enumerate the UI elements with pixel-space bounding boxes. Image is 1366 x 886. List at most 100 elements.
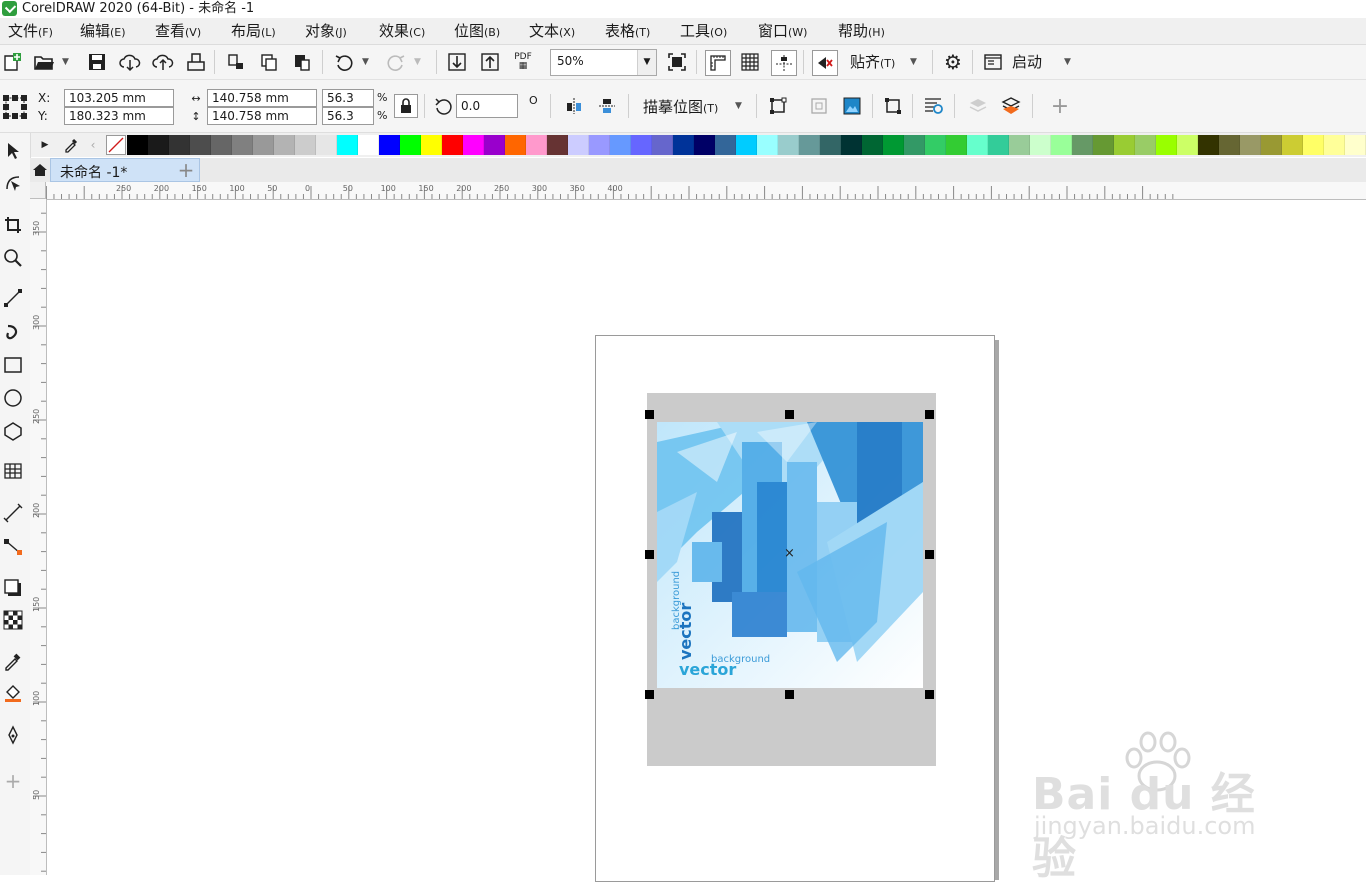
show-rulers-icon[interactable]: [705, 50, 731, 76]
color-swatch[interactable]: [463, 135, 484, 155]
color-eyedropper-tool-icon[interactable]: [2, 649, 24, 673]
snap-to-button[interactable]: 贴齐(T): [850, 51, 895, 72]
color-swatch[interactable]: [1093, 135, 1114, 155]
width-field[interactable]: 140.758 mm: [207, 89, 317, 107]
open-folder-icon[interactable]: [32, 50, 56, 74]
color-swatch[interactable]: [988, 135, 1009, 155]
color-swatch[interactable]: [1135, 135, 1156, 155]
menu-tools[interactable]: 工具(O): [680, 21, 727, 43]
selection-handle[interactable]: [925, 690, 934, 699]
color-swatch[interactable]: [400, 135, 421, 155]
publish-pdf-icon[interactable]: PDF ▦: [511, 50, 535, 74]
smart-fill-tool-icon[interactable]: [2, 723, 24, 747]
object-origin-icon[interactable]: [0, 92, 30, 122]
chevron-down-icon[interactable]: ▼: [362, 57, 369, 67]
crop-bitmap-icon[interactable]: [766, 94, 790, 118]
selection-handle[interactable]: [785, 690, 794, 699]
menu-text[interactable]: 文本(X): [529, 21, 575, 43]
crop-tool-icon[interactable]: [2, 213, 24, 237]
color-swatch[interactable]: [547, 135, 568, 155]
color-swatch[interactable]: [127, 135, 148, 155]
table-tool-icon[interactable]: [2, 459, 24, 483]
shape-tool-icon[interactable]: [2, 171, 24, 195]
selection-handle[interactable]: [645, 550, 654, 559]
color-swatch[interactable]: [1198, 135, 1219, 155]
selection-handle[interactable]: [925, 550, 934, 559]
color-swatch[interactable]: [1051, 135, 1072, 155]
drop-shadow-tool-icon[interactable]: [2, 576, 24, 600]
color-swatch[interactable]: [715, 135, 736, 155]
color-swatch[interactable]: [610, 135, 631, 155]
chevron-down-icon[interactable]: ▼: [62, 57, 69, 67]
color-swatch[interactable]: [211, 135, 232, 155]
color-swatch[interactable]: [1240, 135, 1261, 155]
color-swatch[interactable]: [358, 135, 379, 155]
bitmap-effects-icon[interactable]: [840, 94, 864, 118]
drawing-canvas[interactable]: background vector background vector × Ba…: [47, 200, 1366, 884]
chevron-left-icon[interactable]: ‹: [86, 133, 100, 157]
mirror-horizontal-icon[interactable]: [562, 94, 586, 118]
new-document-icon[interactable]: [0, 50, 24, 74]
dimension-tool-icon[interactable]: [2, 501, 24, 525]
zoom-tool-icon[interactable]: [2, 246, 24, 270]
color-swatch[interactable]: [379, 135, 400, 155]
color-swatch[interactable]: [925, 135, 946, 155]
color-swatch[interactable]: [736, 135, 757, 155]
color-swatch[interactable]: [421, 135, 442, 155]
pick-tool-icon[interactable]: [2, 139, 24, 163]
ruler-origin[interactable]: [30, 182, 46, 199]
selection-handle[interactable]: [785, 410, 794, 419]
menu-bitmaps[interactable]: 位图(B): [454, 21, 500, 43]
resample-icon[interactable]: [807, 94, 831, 118]
menu-file[interactable]: 文件(F): [8, 21, 53, 43]
color-swatch[interactable]: [589, 135, 610, 155]
launch-button[interactable]: 启动: [1012, 51, 1042, 72]
save-icon[interactable]: [85, 50, 109, 74]
color-swatch[interactable]: [1219, 135, 1240, 155]
menu-window[interactable]: 窗口(W): [758, 21, 807, 43]
color-swatch[interactable]: [148, 135, 169, 155]
color-swatch[interactable]: [904, 135, 925, 155]
interactive-fill-tool-icon[interactable]: [2, 681, 24, 705]
horizontal-ruler[interactable]: 250 200 150 100 50 0 50 100 150 200 250 300 350 400: [30, 182, 1366, 200]
color-swatch[interactable]: [505, 135, 526, 155]
color-swatch[interactable]: [253, 135, 274, 155]
height-field[interactable]: 140.758 mm: [207, 107, 317, 125]
scale-x-field[interactable]: 56.3: [322, 89, 374, 107]
color-swatch[interactable]: [526, 135, 547, 155]
color-swatch[interactable]: [820, 135, 841, 155]
chevron-down-icon[interactable]: ▼: [414, 57, 421, 67]
polygon-tool-icon[interactable]: [2, 419, 24, 443]
color-swatch[interactable]: [442, 135, 463, 155]
scale-y-field[interactable]: 56.3: [322, 107, 374, 125]
y-position-field[interactable]: 180.323 mm: [64, 107, 174, 125]
selection-handle[interactable]: [925, 410, 934, 419]
mirror-vertical-icon[interactable]: [595, 94, 619, 118]
color-swatch[interactable]: [1345, 135, 1366, 155]
cloud-download-icon[interactable]: [118, 50, 142, 74]
color-swatch[interactable]: [1324, 135, 1345, 155]
color-swatch[interactable]: [316, 135, 337, 155]
ellipse-tool-icon[interactable]: [2, 386, 24, 410]
color-swatch[interactable]: [862, 135, 883, 155]
menu-object[interactable]: 对象(J): [305, 21, 347, 43]
x-position-field[interactable]: 103.205 mm: [64, 89, 174, 107]
chevron-down-icon[interactable]: ▼: [735, 101, 742, 111]
color-swatch[interactable]: [1261, 135, 1282, 155]
transparency-tool-icon[interactable]: [2, 608, 24, 632]
paste-icon[interactable]: [290, 50, 314, 74]
launch-window-icon[interactable]: [981, 50, 1005, 74]
color-swatch[interactable]: [274, 135, 295, 155]
rotation-angle-field[interactable]: 0.0: [456, 94, 518, 118]
add-tab-icon[interactable]: +: [174, 158, 198, 182]
color-swatch[interactable]: [1009, 135, 1030, 155]
no-fill-swatch[interactable]: [106, 135, 126, 155]
color-swatch[interactable]: [946, 135, 967, 155]
color-swatch[interactable]: [1177, 135, 1198, 155]
selection-handle[interactable]: [645, 410, 654, 419]
edit-bitmap-icon[interactable]: [881, 94, 905, 118]
color-swatch[interactable]: [694, 135, 715, 155]
import-icon[interactable]: [224, 50, 248, 74]
undo-icon[interactable]: [332, 50, 356, 74]
chevron-down-icon[interactable]: ▼: [637, 50, 656, 75]
